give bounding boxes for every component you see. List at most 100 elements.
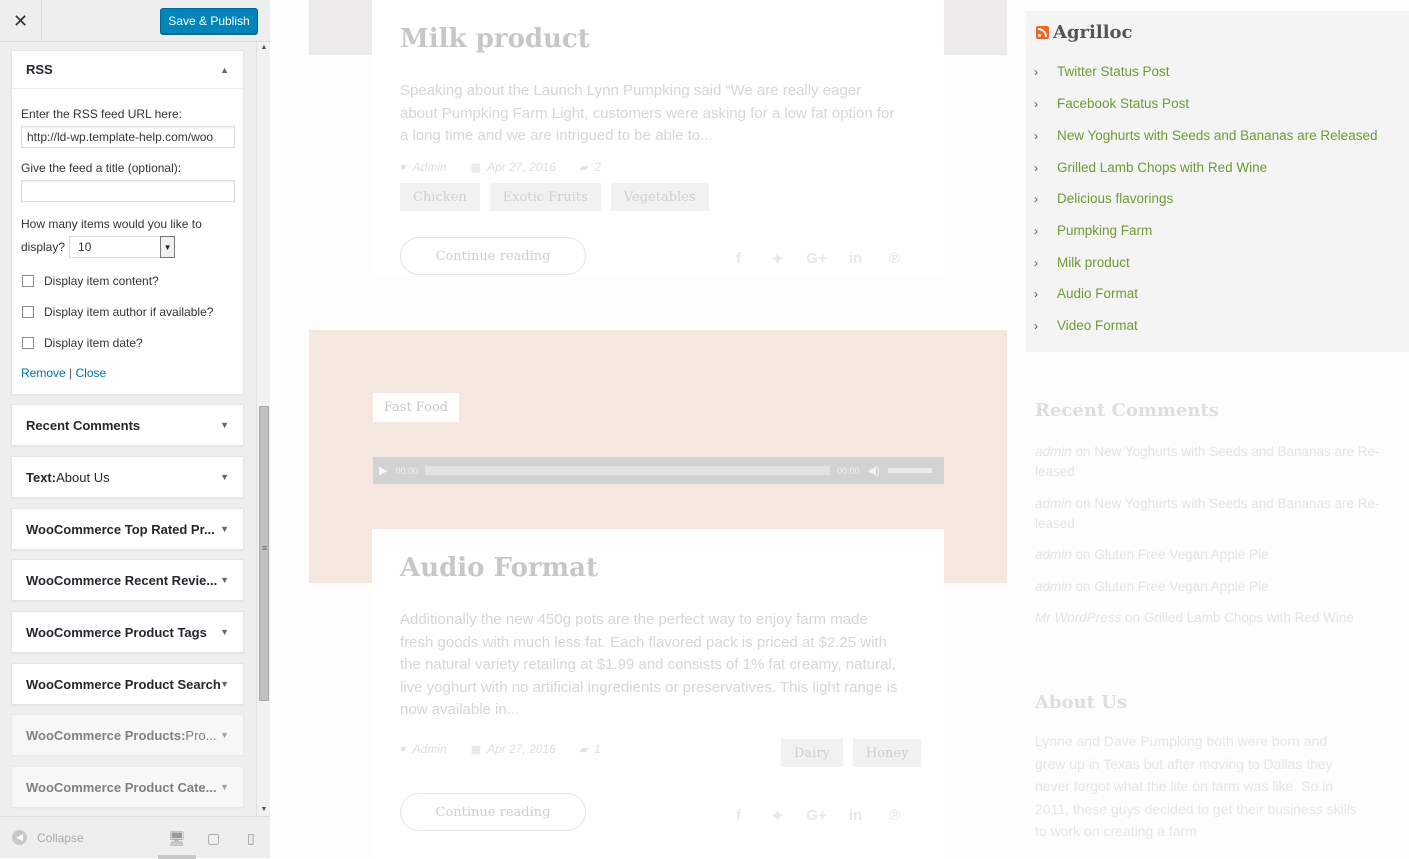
post-comment-count[interactable]: 2 (594, 160, 601, 174)
category-badge[interactable]: Fast Food (373, 393, 459, 422)
widget-recent-reviews[interactable]: WooCommerce Recent Revie... ▼ (11, 559, 244, 601)
twitter-icon[interactable]: ✦ (758, 250, 797, 268)
comment-connector: on (1075, 444, 1091, 459)
tag-link[interactable]: Dairy (781, 739, 843, 767)
remove-link[interactable]: Remove (21, 366, 66, 380)
collapse-arrow-icon[interactable]: ▲ (220, 65, 229, 75)
mobile-preview-icon[interactable]: ▯ (247, 830, 255, 847)
post-comment-count[interactable]: 1 (594, 742, 601, 756)
rss-feed-link[interactable]: Audio Format (1057, 286, 1138, 301)
expand-arrow-icon[interactable]: ▼ (220, 679, 229, 689)
rss-feed-link[interactable]: Milk product (1057, 255, 1130, 270)
rss-feed-link[interactable]: Delicious flavorings (1057, 191, 1173, 206)
scroll-up-arrow-icon[interactable]: ▲ (257, 42, 271, 54)
close-link[interactable]: Close (76, 366, 107, 380)
panel-scrollbar[interactable]: ▲ ≡ ▼ (256, 42, 270, 816)
rss-feed-link[interactable]: Facebook Status Post (1057, 96, 1189, 111)
rss-feed-item[interactable]: › Grilled Lamb Chops with Red Wine (1034, 160, 1267, 175)
post-title[interactable]: Milk product (400, 24, 590, 54)
collapse-button[interactable]: ◀ Collapse (12, 830, 84, 845)
rss-feed-item[interactable]: › Video Format (1034, 318, 1138, 333)
tag-link[interactable]: Honey (852, 739, 922, 767)
widget-top-rated[interactable]: WooCommerce Top Rated Pr... ▼ (11, 508, 244, 550)
linkedin-icon[interactable]: in (836, 807, 875, 825)
post-tags: Chicken Exotic Fruits Vegetables (400, 183, 719, 211)
post-author[interactable]: Admin (413, 742, 447, 756)
rss-feed-title[interactable]: Agrilloc (1036, 22, 1133, 43)
widget-product-search[interactable]: WooCommerce Product Search ▼ (11, 663, 244, 705)
widget-products[interactable]: WooCommerce Products: Pro... ▼ (11, 714, 244, 756)
widget-product-categories[interactable]: WooCommerce Product Cate... ▼ (11, 766, 244, 808)
post-title[interactable]: Audio Format (400, 553, 598, 583)
rss-url-input[interactable]: http://ld-wp.template-help.com/woo (21, 126, 235, 148)
comment-author[interactable]: admin (1035, 547, 1072, 562)
tag-link[interactable]: Exotic Fruits (489, 183, 601, 211)
comment-author[interactable]: admin (1035, 444, 1072, 459)
close-icon[interactable]: ✕ (0, 0, 42, 42)
twitter-icon[interactable]: ✦ (758, 807, 797, 825)
comment-post-link[interactable]: Gluten Free Vegan Apple Pie (1094, 547, 1268, 562)
comment-post-link[interactable]: Gluten Free Vegan Apple Pie (1094, 579, 1268, 594)
rss-feed-link[interactable]: Pumpking Farm (1057, 223, 1152, 238)
rss-feed-item[interactable]: › Twitter Status Post (1034, 64, 1170, 79)
rss-widget: RSS ▲ Enter the RSS feed URL here: http:… (11, 50, 244, 395)
tag-link[interactable]: Chicken (400, 183, 480, 211)
pinterest-icon[interactable]: ℗ (875, 250, 914, 268)
google-plus-icon[interactable]: G+ (797, 250, 836, 268)
continue-reading-button[interactable]: Continue reading (400, 793, 586, 831)
comment-author[interactable]: Mr WordPress (1035, 610, 1121, 625)
widget-recent-comments[interactable]: Recent Comments ▼ (11, 404, 244, 446)
rss-feed-link[interactable]: Twitter Status Post (1057, 64, 1170, 79)
rss-items-select[interactable]: 10 ▼ (69, 236, 176, 258)
expand-arrow-icon[interactable]: ▼ (220, 627, 229, 637)
play-icon[interactable]: ▶ (379, 464, 387, 477)
pinterest-icon[interactable]: ℗ (875, 807, 914, 825)
rss-feed-item[interactable]: › Facebook Status Post (1034, 96, 1189, 111)
rss-title-input[interactable] (21, 180, 235, 202)
date-checkbox[interactable] (22, 337, 34, 349)
option-item-date[interactable]: Display item date? (21, 334, 234, 352)
rss-feed-link[interactable]: New Yoghurts with Seeds and Bananas are … (1057, 128, 1377, 143)
dropdown-arrow-icon[interactable]: ▼ (160, 236, 176, 258)
rss-feed-item[interactable]: › Pumpking Farm (1034, 223, 1152, 238)
widget-text-about-us[interactable]: Text: About Us ▼ (11, 456, 244, 498)
facebook-icon[interactable]: f (719, 250, 758, 268)
expand-arrow-icon[interactable]: ▼ (220, 472, 229, 482)
expand-arrow-icon[interactable]: ▼ (220, 575, 229, 585)
rss-feed-item[interactable]: › Audio Format (1034, 286, 1138, 301)
audio-progress-bar[interactable] (425, 466, 830, 475)
expand-arrow-icon[interactable]: ▼ (220, 730, 229, 740)
save-publish-button[interactable]: Save & Publish (160, 8, 258, 34)
rss-feed-item[interactable]: › New Yoghurts with Seeds and Bananas are… (1034, 128, 1377, 143)
author-checkbox[interactable] (22, 306, 34, 318)
expand-arrow-icon[interactable]: ▼ (220, 524, 229, 534)
rss-feed-item[interactable]: › Delicious flavorings (1034, 191, 1173, 206)
rss-feed-link[interactable]: Grilled Lamb Chops with Red Wine (1057, 160, 1267, 175)
desktop-preview-icon[interactable]: 🖥 (168, 830, 186, 847)
rss-feed-link[interactable]: Video Format (1057, 318, 1138, 333)
rss-icon[interactable] (1036, 26, 1049, 39)
rss-widget-title: RSS (26, 62, 53, 77)
linkedin-icon[interactable]: in (836, 250, 875, 268)
post-author[interactable]: Admin (413, 160, 447, 174)
expand-arrow-icon[interactable]: ▼ (220, 782, 229, 792)
tablet-preview-icon[interactable]: ▢ (207, 830, 220, 847)
widget-product-tags[interactable]: WooCommerce Product Tags ▼ (11, 611, 244, 653)
continue-reading-button[interactable]: Continue reading (400, 237, 586, 275)
volume-slider[interactable] (887, 468, 932, 473)
comment-post-link[interactable]: Grilled Lamb Chops with Red Wine (1144, 610, 1354, 625)
content-checkbox[interactable] (22, 275, 34, 287)
google-plus-icon[interactable]: G+ (797, 807, 836, 825)
tag-link[interactable]: Vegetables (610, 183, 709, 211)
comment-author[interactable]: admin (1035, 579, 1072, 594)
scrollbar-thumb[interactable]: ≡ (259, 406, 269, 701)
scroll-down-arrow-icon[interactable]: ▼ (257, 804, 271, 816)
rss-widget-header[interactable]: RSS ▲ (12, 51, 243, 89)
expand-arrow-icon[interactable]: ▼ (220, 420, 229, 430)
rss-feed-item[interactable]: › Milk product (1034, 255, 1130, 270)
facebook-icon[interactable]: f (719, 807, 758, 825)
volume-icon[interactable]: ◀) (868, 464, 880, 477)
comment-author[interactable]: admin (1035, 496, 1072, 511)
option-item-content[interactable]: Display item content? (21, 272, 234, 290)
option-item-author[interactable]: Display item author if available? (21, 303, 234, 321)
